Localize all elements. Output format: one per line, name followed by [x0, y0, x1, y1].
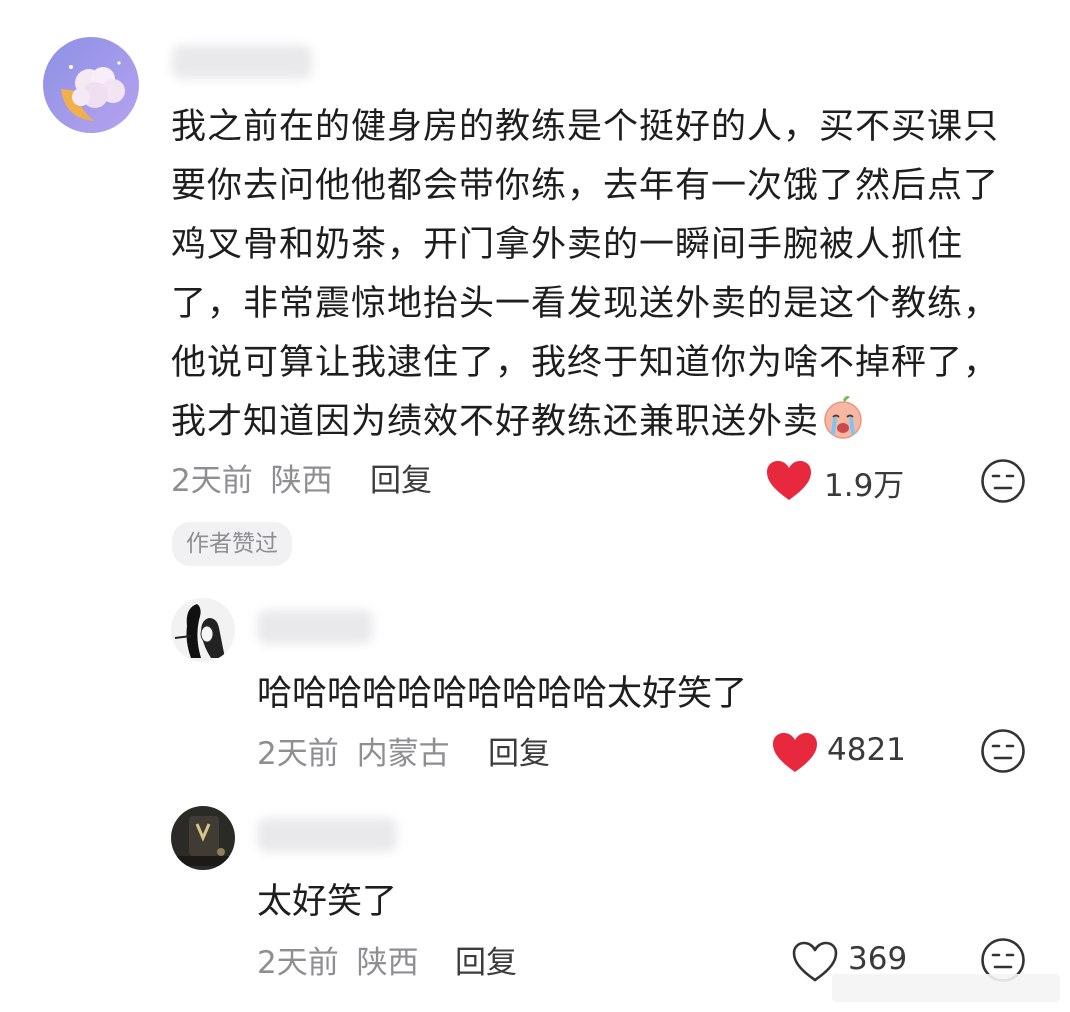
user-avatar[interactable] — [171, 598, 235, 662]
username-blurred[interactable] — [257, 610, 373, 644]
timestamp: 2天前 — [257, 945, 339, 981]
comment-body: 哈哈哈哈哈哈哈哈哈哈太好笑了 — [257, 674, 748, 714]
user-avatar[interactable] — [171, 806, 235, 870]
neutral-face-icon[interactable] — [980, 728, 1026, 778]
heart-icon — [772, 732, 818, 778]
reply-button[interactable]: 回复 — [370, 455, 432, 500]
location: 内蒙古 — [356, 736, 450, 772]
username-blurred[interactable] — [172, 45, 312, 79]
comment-line-last: 我才知道因为绩效不好教练还兼职送外卖 — [171, 393, 1031, 452]
location: 陕西 — [270, 463, 333, 499]
neutral-face-icon[interactable] — [980, 458, 1026, 508]
crying-face-emoji — [819, 393, 867, 441]
comment-line: 要你去问他他都会带你练，去年有一次饿了然后点了 — [171, 166, 1000, 206]
comment-line: 他说可算让我逮住了，我终于知道你为啥不掉秤了， — [171, 343, 1000, 383]
author-liked-tag: 作者赞过 — [172, 522, 292, 566]
timestamp: 2天前 — [171, 463, 253, 499]
comment-meta: 2天前 内蒙古 — [257, 728, 450, 773]
like-count: 1.9万 — [824, 468, 905, 504]
timestamp: 2天前 — [257, 736, 339, 772]
user-avatar[interactable] — [43, 37, 139, 133]
comment-line-text: 我才知道因为绩效不好教练还兼职送外卖 — [171, 402, 820, 442]
comment-line: 了，非常震惊地抬头一看发现送外卖的是这个教练， — [171, 284, 1000, 324]
reply-button[interactable]: 回复 — [455, 937, 517, 982]
comment-line: 鸡叉骨和奶茶，开门拿外卖的一瞬间手腕被人抓住 — [171, 225, 964, 265]
comment-body: 我之前在的健身房的教练是个挺好的人，买不买课只 要你去问他他都会带你练，去年有一… — [171, 98, 1031, 452]
comment-meta: 2天前 陕西 — [171, 455, 333, 500]
like-count: 369 — [848, 941, 908, 977]
comment-line: 我之前在的健身房的教练是个挺好的人，买不买课只 — [171, 107, 1000, 147]
reply-button[interactable]: 回复 — [488, 728, 550, 773]
watermark — [832, 974, 1060, 1002]
heart-icon — [766, 460, 812, 506]
comment-meta: 2天前 陕西 — [257, 937, 419, 982]
username-blurred[interactable] — [257, 818, 397, 852]
location: 陕西 — [356, 945, 419, 981]
comment-body: 太好笑了 — [257, 882, 398, 922]
like-count: 4821 — [827, 732, 906, 768]
